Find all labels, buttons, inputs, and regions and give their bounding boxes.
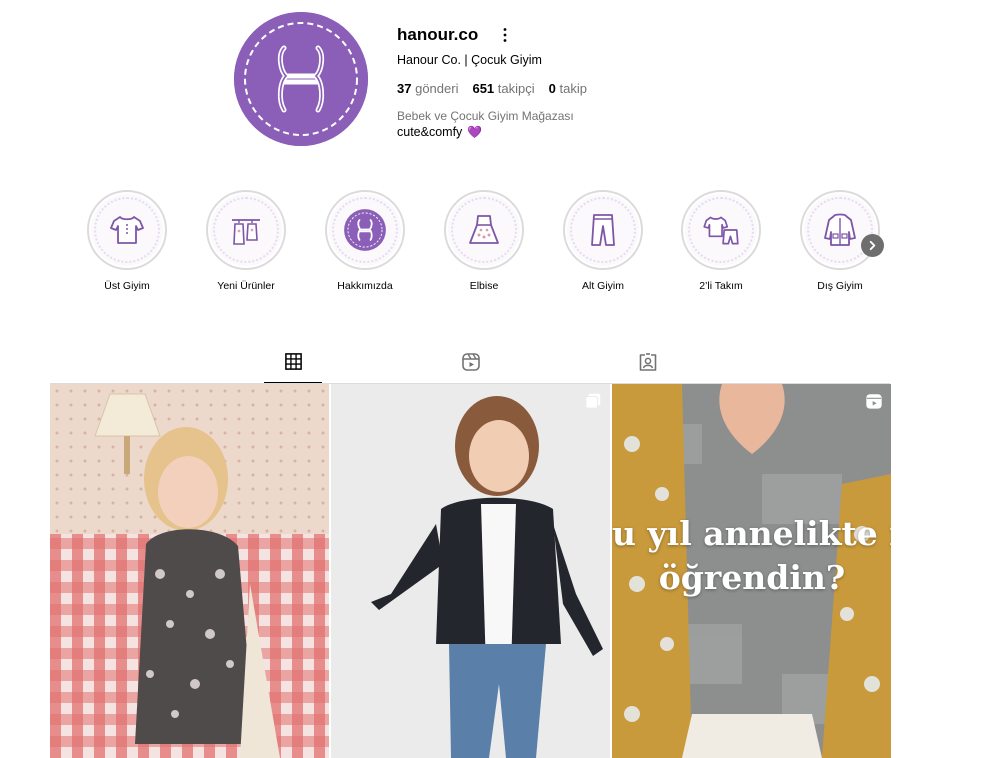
highlight-label: Yeni Ürünler [217,280,275,292]
pants-icon [591,214,615,246]
post-2[interactable] [331,384,610,758]
highlight-hakkimizda[interactable]: Hakkımızda [317,190,413,292]
tab-posts[interactable] [264,340,322,383]
profile-bio-category: Bebek ve Çocuk Giyim Mağazası [397,109,574,123]
profile-username: hanour.co [397,25,479,44]
stat-following-label: takip [559,81,587,96]
post-overlay-text: u yıl annelikte n [612,514,891,553]
highlight-ust-giyim[interactable]: Üst Giyim [79,190,175,292]
stat-following[interactable]: 0 takip [549,81,587,96]
coat-icon [824,213,856,246]
highlights-next-button[interactable] [861,234,884,257]
stat-posts-label: gönderi [415,81,459,96]
tshirt-icon [110,216,144,244]
stat-followers-value: 651 [472,81,495,96]
stat-posts: 37 gönderi [397,81,458,96]
chevron-right-icon [869,240,876,251]
profile-bio: cute&comfy 💜 [397,125,482,139]
purple-heart-icon: 💜 [467,125,483,139]
highlight-alt-giyim[interactable]: Alt Giyim [555,190,651,292]
post-image [331,384,610,758]
highlight-label: 2’li Takım [699,280,743,292]
stat-followers[interactable]: 651 takipçi [472,81,534,96]
carousel-icon [584,392,602,410]
profile-full-name: Hanour Co. | Çocuk Giyim [397,53,542,67]
brand-logo-icon [344,209,386,251]
highlight-label: Dış Giyim [817,280,863,292]
dress-icon [469,215,499,244]
highlight-label: Elbise [469,280,499,292]
stat-following-value: 0 [548,81,556,96]
tagged-icon [639,352,657,371]
profile-bio-text: cute&comfy [397,125,463,139]
highlight-label: Üst Giyim [104,280,150,292]
stat-followers-label: takipçi [497,81,535,96]
more-options-icon[interactable] [496,26,514,44]
highlight-label: Hakkımızda [337,280,393,292]
reels-icon [865,392,883,410]
brand-logo-icon [234,12,368,146]
two-piece-set-icon [703,216,739,245]
highlight-yeni-urunler[interactable]: Yeni Ürünler [198,190,294,292]
stat-posts-value: 37 [397,81,412,96]
tab-tagged[interactable] [619,340,677,383]
post-overlay-text: öğrendin? [658,558,846,597]
highlight-2li-takim[interactable]: 2’li Takım [673,190,769,292]
grid-icon [284,352,302,370]
tab-reels[interactable] [442,340,500,383]
post-image [50,384,329,758]
highlight-elbise[interactable]: Elbise [436,190,532,292]
profile-stats: 37 gönderi 651 takipçi 0 takip [397,81,587,96]
profile-avatar[interactable] [234,12,368,146]
highlight-label: Alt Giyim [582,280,624,292]
post-1[interactable] [50,384,329,758]
reels-icon [462,352,480,371]
post-3[interactable]: u yıl annelikte n öğrendin? [612,384,891,758]
hanging-clothes-icon [232,219,260,245]
